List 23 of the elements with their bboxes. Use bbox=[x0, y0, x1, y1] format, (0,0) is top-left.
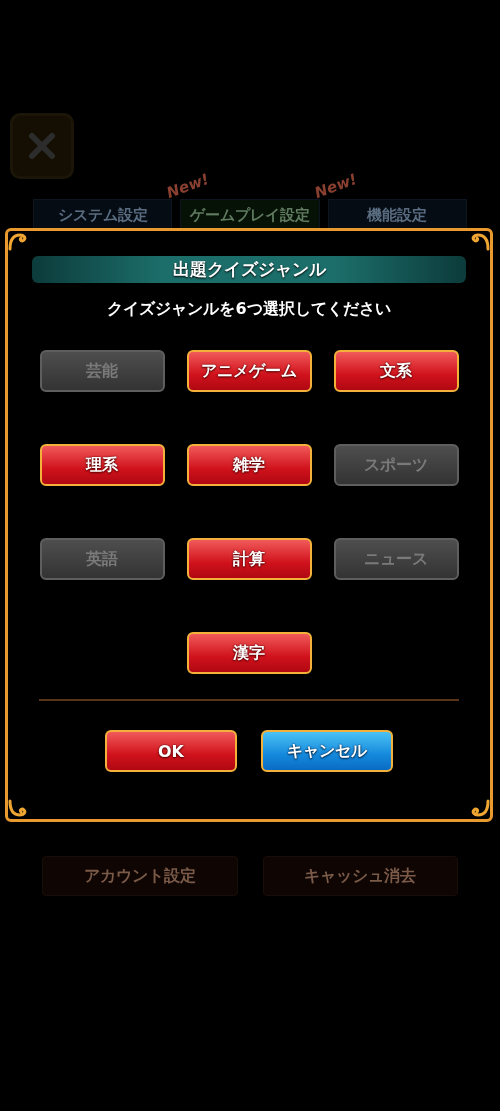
genre-button[interactable]: 芸能 bbox=[39, 350, 165, 392]
genre-button[interactable]: 計算 bbox=[186, 538, 312, 580]
genre-button[interactable]: ニュース bbox=[333, 538, 459, 580]
settings-tab[interactable]: ゲームプレイ設定 bbox=[180, 199, 320, 231]
ok-button[interactable]: OK bbox=[105, 730, 237, 772]
genre-button[interactable]: スポーツ bbox=[333, 444, 459, 486]
genre-button[interactable]: 文系 bbox=[333, 350, 459, 392]
genre-button[interactable]: 漢字 bbox=[186, 632, 312, 674]
close-button[interactable] bbox=[10, 113, 74, 179]
genre-button[interactable]: 英語 bbox=[39, 538, 165, 580]
genre-button[interactable]: 理系 bbox=[39, 444, 165, 486]
dialog-title: 出題クイズジャンル bbox=[32, 256, 466, 283]
close-icon bbox=[27, 131, 57, 161]
settings-button[interactable]: キャッシュ消去 bbox=[262, 856, 458, 896]
settings-tab[interactable]: 機能設定 bbox=[327, 199, 467, 231]
instruction-text: クイズジャンルを6つ選択してください bbox=[107, 299, 391, 320]
new-label: New! bbox=[164, 170, 212, 202]
settings-button[interactable]: アカウント設定 bbox=[42, 856, 238, 896]
genre-button[interactable]: アニメゲーム bbox=[186, 350, 312, 392]
settings-tab[interactable]: システム設定 bbox=[33, 199, 173, 231]
new-label: New! bbox=[311, 170, 359, 202]
genre-button[interactable]: 雑学 bbox=[186, 444, 312, 486]
cancel-button[interactable]: キャンセル bbox=[261, 730, 393, 772]
